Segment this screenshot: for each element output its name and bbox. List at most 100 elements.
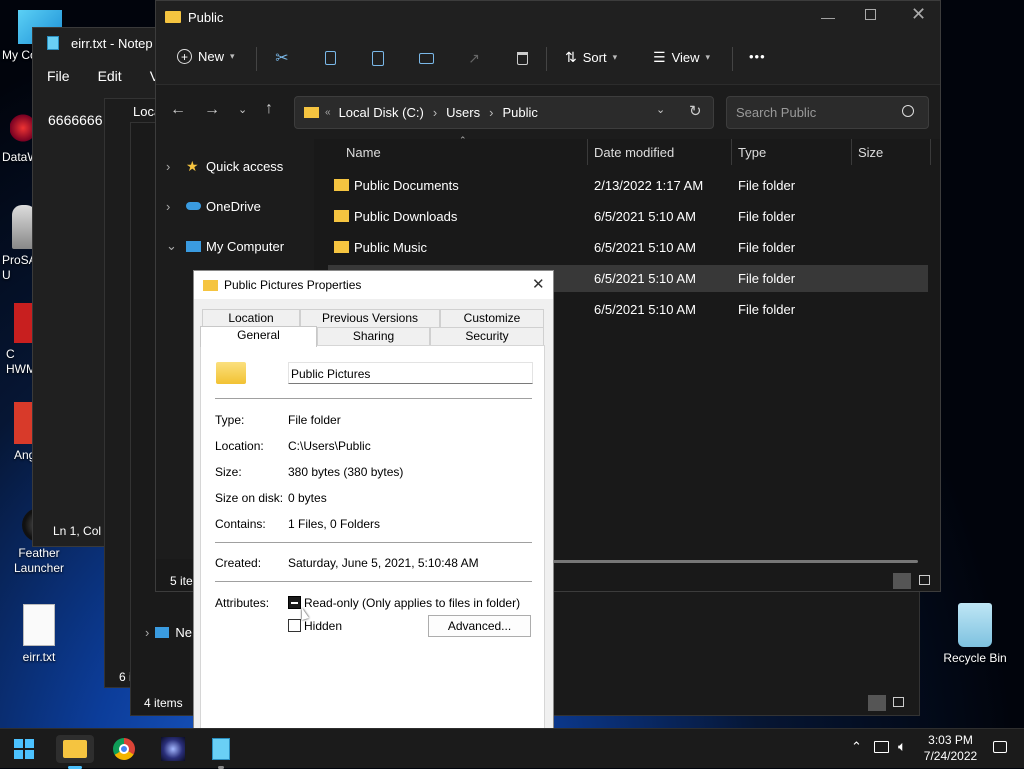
table-row[interactable]: Public Downloads 6/5/2021 5:10 AM File f…: [328, 203, 928, 230]
address-history-dropdown-icon[interactable]: ⌄: [656, 103, 665, 116]
computer-icon: [186, 240, 201, 252]
tiles-view-icon[interactable]: [919, 575, 930, 585]
taskbar-chrome[interactable]: [109, 735, 139, 763]
divider: [215, 581, 532, 582]
sort-button[interactable]: ⇅ Sort ▾: [565, 49, 617, 66]
bg-explorer-status: 4 items: [144, 696, 183, 710]
folder-icon: [334, 210, 349, 222]
address-overflow[interactable]: «: [325, 107, 331, 118]
rename-icon[interactable]: [415, 47, 437, 69]
taskbar-notepad[interactable]: [206, 735, 236, 769]
nav-item-quick-access[interactable]: › ★ Quick access: [166, 154, 283, 178]
file-date: 6/5/2021 5:10 AM: [594, 271, 696, 286]
column-header-name[interactable]: Name: [346, 145, 381, 160]
tab-customize[interactable]: Customize: [440, 309, 544, 328]
clock[interactable]: 3:03 PM 7/24/2022: [923, 732, 978, 764]
nav-item-onedrive[interactable]: › OneDrive: [166, 194, 261, 218]
column-header-date[interactable]: Date modified: [594, 145, 674, 160]
desktop-icon-label: Recycle Bin: [943, 651, 1007, 665]
file-date: 6/5/2021 5:10 AM: [594, 240, 696, 255]
search-icon[interactable]: [902, 105, 914, 117]
explorer-titlebar: Public — ✕: [156, 1, 940, 33]
volume-icon[interactable]: 🔈︎: [898, 738, 906, 755]
tab-security[interactable]: Security: [430, 327, 544, 346]
breadcrumb-separator-icon: ›: [432, 105, 438, 120]
close-button[interactable]: ✕: [911, 4, 926, 25]
readonly-label[interactable]: Read-only (Only applies to files in fold…: [304, 596, 520, 610]
file-type: File folder: [738, 271, 796, 286]
view-button[interactable]: ☰ View ▾: [653, 49, 710, 66]
breadcrumb-users[interactable]: Users: [446, 105, 480, 120]
chevron-down-icon: ▾: [612, 52, 618, 62]
recent-locations-icon[interactable]: ⌄: [238, 103, 247, 116]
table-row[interactable]: Public Music 6/5/2021 5:10 AM File folde…: [328, 234, 928, 261]
notification-icon[interactable]: [993, 741, 1007, 753]
details-view-icon[interactable]: [868, 695, 886, 711]
desktop-icon-eirr-txt[interactable]: eirr.txt: [0, 604, 78, 665]
chevron-up-icon[interactable]: ⌃: [851, 739, 862, 755]
column-header-type[interactable]: Type: [738, 145, 766, 160]
toolbar-separator: [256, 47, 257, 71]
tiles-view-icon[interactable]: [893, 697, 904, 707]
view-icon: ☰: [653, 49, 666, 65]
search-placeholder: Search Public: [736, 105, 817, 120]
breadcrumb-public[interactable]: Public: [502, 105, 537, 120]
minimize-button[interactable]: —: [821, 9, 835, 25]
properties-title: Public Pictures Properties: [224, 278, 362, 292]
column-separator[interactable]: [851, 139, 852, 165]
taskbar-app[interactable]: [158, 735, 188, 763]
menu-edit[interactable]: Edit: [98, 68, 122, 84]
notepad-status: Ln 1, Col 2: [53, 524, 112, 538]
nav-item-my-computer[interactable]: ⌄ My Computer: [166, 234, 284, 258]
more-options-button[interactable]: •••: [749, 49, 766, 64]
desktop-icon-recycle-bin[interactable]: Recycle Bin: [938, 603, 1012, 666]
hidden-checkbox[interactable]: [288, 619, 301, 632]
table-row[interactable]: Public Documents 2/13/2022 1:17 AM File …: [328, 172, 928, 199]
refresh-icon[interactable]: ↻: [689, 102, 702, 120]
tab-sharing[interactable]: Sharing: [317, 327, 430, 346]
start-button[interactable]: [9, 735, 39, 763]
properties-dialog[interactable]: Public Pictures Properties ✕ Location Pr…: [193, 270, 554, 731]
breadcrumb-separator-icon: ›: [489, 105, 494, 120]
column-header-size[interactable]: Size: [858, 145, 883, 160]
maximize-button[interactable]: [865, 9, 876, 20]
delete-icon[interactable]: [511, 47, 533, 69]
folder-name-input[interactable]: Public Pictures: [288, 362, 533, 384]
folder-icon: [165, 11, 181, 23]
desktop-icon-label: Feather Launcher: [13, 546, 65, 575]
taskbar-file-explorer[interactable]: [56, 735, 94, 769]
back-arrow-icon[interactable]: ←: [170, 101, 186, 119]
column-separator[interactable]: [930, 139, 931, 165]
breadcrumb-local-disk[interactable]: Local Disk (C:): [339, 105, 424, 120]
network-icon[interactable]: [874, 741, 889, 753]
paste-icon[interactable]: [367, 47, 389, 69]
readonly-checkbox[interactable]: [288, 596, 301, 609]
copy-icon[interactable]: [319, 47, 341, 69]
share-icon[interactable]: ↗: [463, 47, 485, 69]
attributes-label: Attributes:: [215, 596, 270, 610]
column-separator[interactable]: [731, 139, 732, 165]
tab-previous-versions[interactable]: Previous Versions: [300, 309, 440, 328]
forward-arrow-icon[interactable]: →: [204, 101, 220, 119]
address-bar[interactable]: « Local Disk (C:) › Users › Public ⌄ ↻: [294, 96, 714, 129]
cut-icon[interactable]: ✂: [271, 47, 293, 69]
column-separator[interactable]: [587, 139, 588, 165]
advanced-button[interactable]: Advanced...: [428, 615, 531, 637]
file-date: 6/5/2021 5:10 AM: [594, 209, 696, 224]
hidden-label[interactable]: Hidden: [304, 619, 342, 633]
up-arrow-icon[interactable]: ↑: [265, 100, 273, 118]
large-folder-icon: [216, 362, 246, 384]
close-button[interactable]: ✕: [532, 275, 545, 293]
chevron-down-icon: ▾: [230, 51, 235, 61]
details-view-icon[interactable]: [893, 573, 911, 589]
search-box[interactable]: Search Public: [726, 96, 929, 129]
horizontal-scrollbar[interactable]: [550, 560, 918, 563]
new-button[interactable]: + New ▾: [177, 49, 235, 64]
explorer-status: 5 ite: [170, 574, 193, 588]
explorer-command-bar: + New ▾ ✂ ↗ ⇅ Sort ▾ ☰ View ▾ •••: [156, 33, 940, 85]
menu-file[interactable]: File: [47, 68, 70, 84]
size-value: 380 bytes (380 bytes): [288, 465, 404, 479]
tab-general[interactable]: General: [200, 326, 317, 347]
nav-label: OneDrive: [206, 198, 261, 214]
location-label: Location:: [215, 439, 264, 453]
